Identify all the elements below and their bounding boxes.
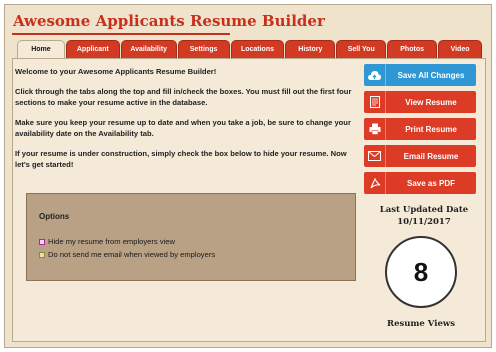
tab-video[interactable]: Video [438, 40, 482, 58]
document-icon [364, 91, 386, 113]
title-underline [12, 33, 230, 35]
view-resume-button[interactable]: View Resume [364, 91, 476, 113]
email-resume-label: Email Resume [403, 151, 459, 161]
tab-home[interactable]: Home [17, 40, 65, 58]
action-buttons: Save All Changes View Resume Print Resum… [364, 64, 476, 199]
tab-availability[interactable]: Availability [120, 40, 177, 58]
tab-applicant[interactable]: Applicant [65, 40, 120, 58]
save-as-pdf-label: Save as PDF [406, 178, 456, 188]
save-all-changes-label: Save All Changes [397, 70, 465, 80]
cloud-upload-icon [364, 64, 386, 86]
intro-text: Welcome to your Awesome Applicants Resum… [15, 66, 355, 179]
last-updated-date: 10/11/2017 [397, 217, 451, 227]
email-resume-button[interactable]: Email Resume [364, 145, 476, 167]
print-resume-button[interactable]: Print Resume [364, 118, 476, 140]
intro-instructions: Click through the tabs along the top and… [15, 87, 352, 107]
hide-resume-option[interactable]: Hide my resume from employers view [39, 237, 175, 246]
intro-hide-note: If your resume is under construction, si… [15, 149, 347, 169]
options-box: Options Hide my resume from employers vi… [26, 193, 356, 281]
print-resume-label: Print Resume [405, 124, 457, 134]
hide-resume-checkbox[interactable] [39, 238, 45, 245]
printer-icon [364, 118, 386, 140]
tab-history[interactable]: History [285, 40, 336, 58]
no-email-label: Do not send me email when viewed by empl… [48, 250, 216, 259]
no-email-checkbox[interactable] [39, 251, 45, 258]
tab-locations[interactable]: Locations [230, 40, 285, 58]
options-title: Options [39, 212, 70, 221]
view-resume-label: View Resume [405, 97, 457, 107]
page-title: Awesome Applicants Resume Builder [13, 12, 325, 30]
hide-resume-label: Hide my resume from employers view [48, 237, 176, 246]
pdf-icon [364, 172, 386, 194]
tab-settings[interactable]: Settings [177, 40, 230, 58]
no-email-option[interactable]: Do not send me email when viewed by empl… [39, 250, 215, 259]
tab-photos[interactable]: Photos [387, 40, 438, 58]
envelope-icon [364, 145, 386, 167]
save-all-changes-button[interactable]: Save All Changes [364, 64, 476, 86]
resume-views-label: Resume Views [387, 319, 455, 329]
tab-bar: Home Applicant Availability Settings Loc… [17, 40, 482, 58]
tab-sell-you[interactable]: Sell You [336, 40, 387, 58]
intro-welcome: Welcome to your Awesome Applicants Resum… [15, 67, 217, 76]
last-updated-label: Last Updated Date [379, 205, 469, 215]
save-as-pdf-button[interactable]: Save as PDF [364, 172, 476, 194]
intro-availability-note: Make sure you keep your resume up to dat… [15, 118, 351, 138]
resume-views-count: 8 [385, 236, 457, 308]
